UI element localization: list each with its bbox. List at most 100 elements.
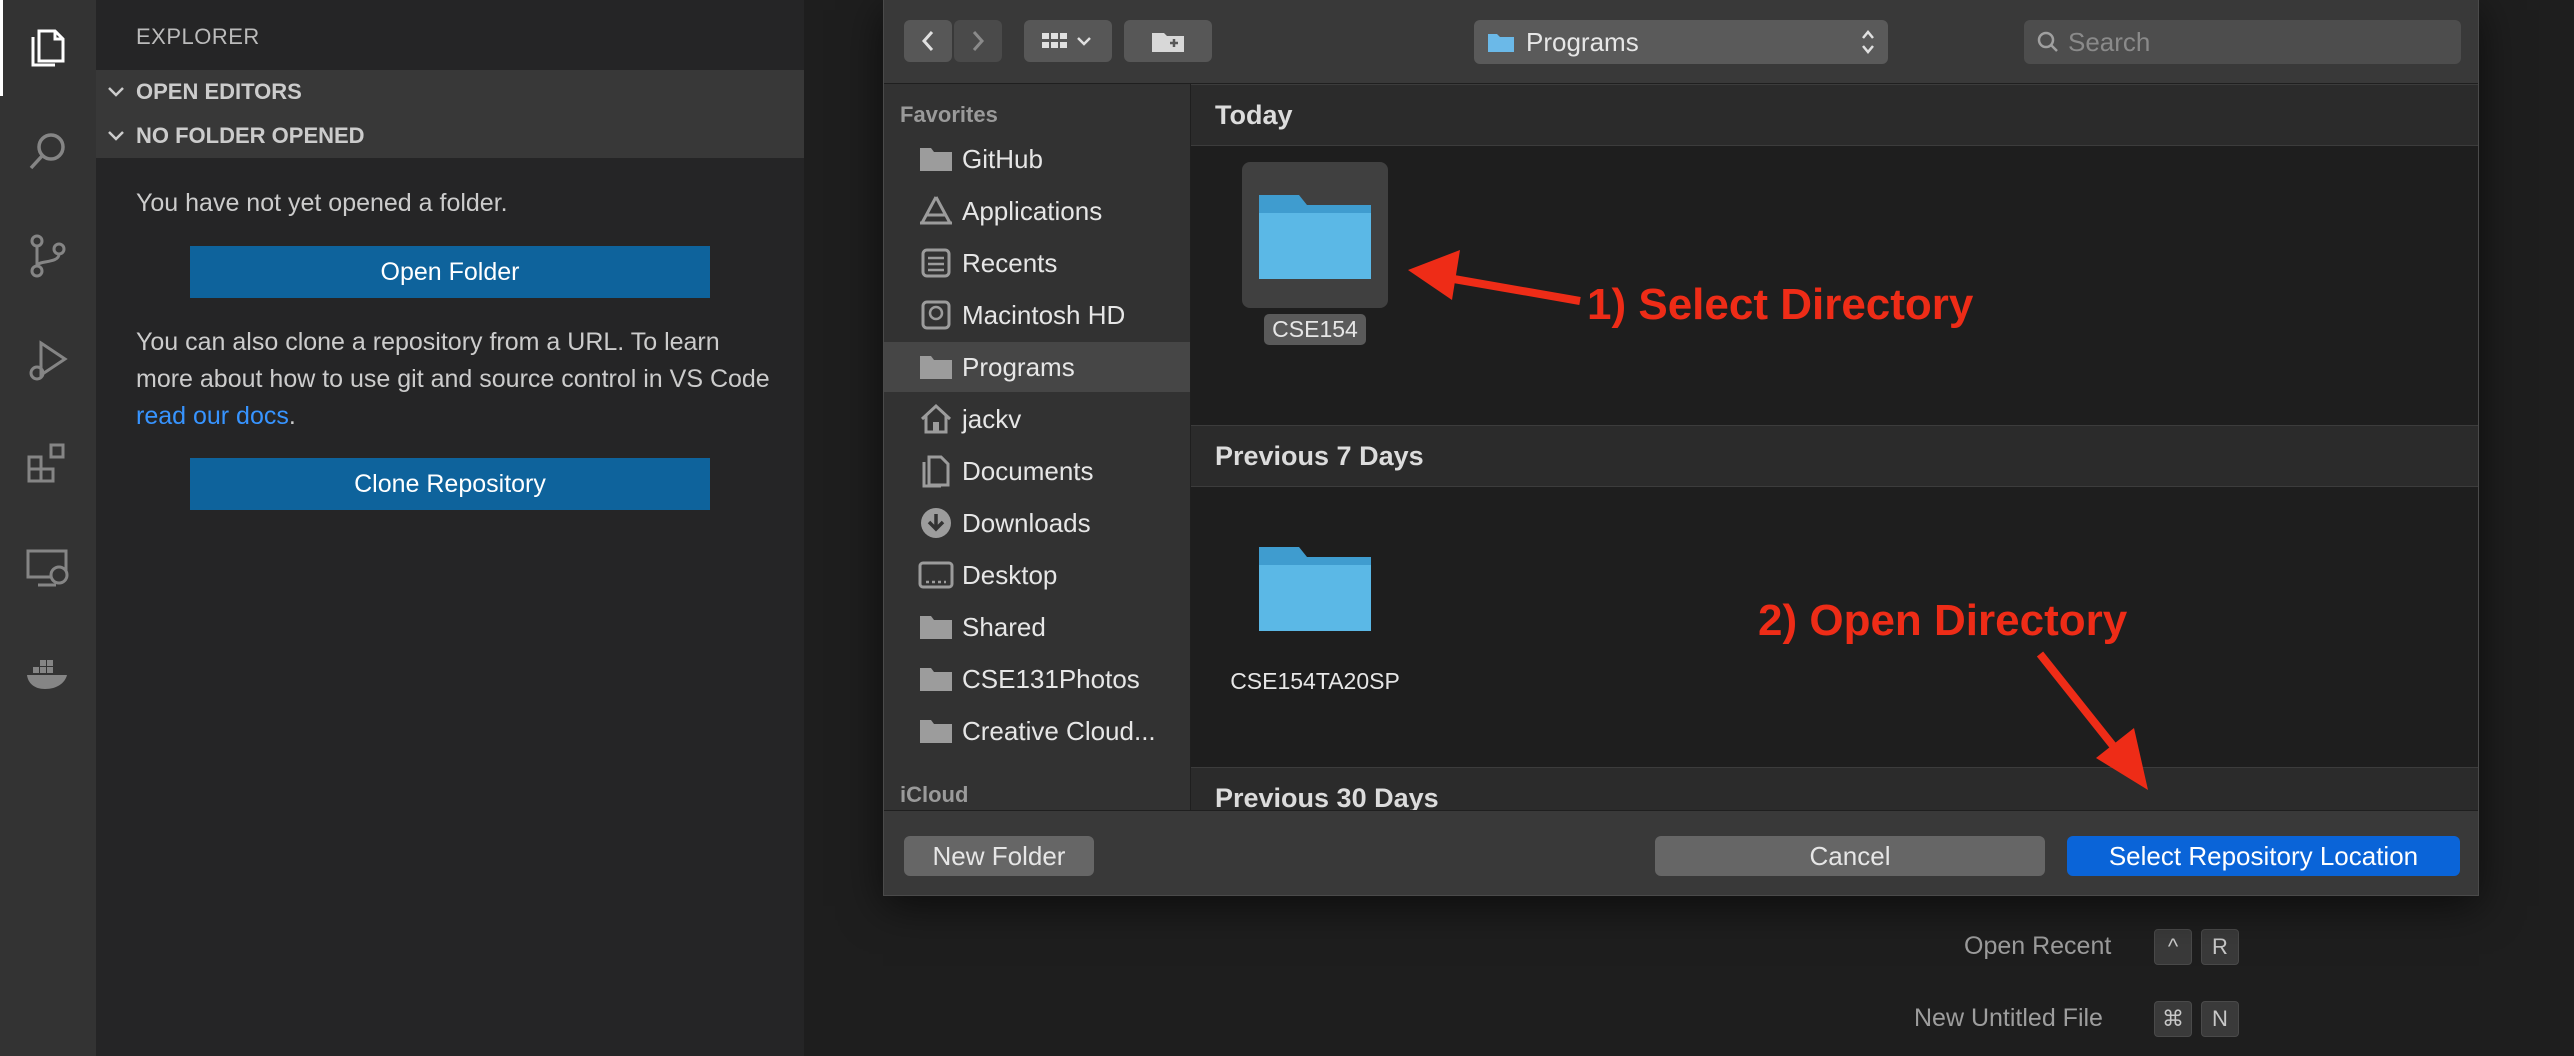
kbd-key: ^ xyxy=(2154,929,2192,965)
section-open-editors[interactable]: OPEN EDITORS xyxy=(96,70,804,114)
file-name: CSE154TA20SP xyxy=(1230,668,1400,694)
desktop-icon xyxy=(916,555,956,595)
kbd-key: R xyxy=(2201,929,2239,965)
sidebar-item-programs[interactable]: Programs xyxy=(884,342,1190,392)
open-folder-button[interactable]: Open Folder xyxy=(190,246,710,298)
no-folder-message: You have not yet opened a folder. xyxy=(136,189,508,217)
folder-icon xyxy=(1488,34,1514,52)
folder-icon xyxy=(916,659,956,699)
group-header-previous-7-days: Previous 7 Days xyxy=(1191,425,2478,487)
group-header-previous-30-days: Previous 30 Days xyxy=(1191,767,2478,810)
docker-icon[interactable] xyxy=(0,624,96,720)
sidebar-title: EXPLORER xyxy=(136,24,260,49)
disk-icon xyxy=(916,295,956,335)
search-input[interactable] xyxy=(2068,26,2448,58)
file-name: CSE154 xyxy=(1264,314,1366,345)
sidebar-item-jackv[interactable]: jackv xyxy=(884,394,1190,444)
clone-message: You can also clone a repository from a U… xyxy=(136,324,776,435)
sidebar-item-desktop[interactable]: Desktop xyxy=(884,550,1190,600)
annotation-step-2: 2) Open Directory xyxy=(1758,596,2128,645)
folder-item-cse154ta20sp[interactable]: CSE154TA20SP xyxy=(1225,514,1405,697)
folder-icon xyxy=(1242,514,1388,660)
icloud-header: iCloud xyxy=(900,782,969,807)
clone-text-end: . xyxy=(288,402,296,430)
chevron-down-icon xyxy=(96,130,136,142)
chevron-right-icon xyxy=(972,31,985,51)
chevron-down-icon xyxy=(96,86,136,98)
sidebar-item-label: Macintosh HD xyxy=(962,299,1126,330)
downloads-icon xyxy=(916,503,956,543)
sidebar-item-recents[interactable]: Recents xyxy=(884,238,1190,288)
dialog-footer: New Folder Cancel Select Repository Loca… xyxy=(884,810,2478,895)
folder-icon xyxy=(1242,162,1388,308)
hint-new-untitled-file: New Untitled File xyxy=(1914,1004,2103,1032)
sidebar-item-applications[interactable]: Applications xyxy=(884,186,1190,236)
dialog-sidebar: Favorites GitHub Applications Recents Ma… xyxy=(884,84,1191,810)
clone-text: You can also clone a repository from a U… xyxy=(136,328,770,393)
explorer-sidebar: EXPLORER OPEN EDITORS NO FOLDER OPENED Y… xyxy=(96,0,804,1056)
select-repository-location-button[interactable]: Select Repository Location xyxy=(2067,836,2460,876)
remote-explorer-icon[interactable] xyxy=(0,520,96,616)
folder-icon xyxy=(916,347,956,387)
sidebar-item-macintosh-hd[interactable]: Macintosh HD xyxy=(884,290,1190,340)
sidebar-item-github[interactable]: GitHub xyxy=(884,134,1190,184)
back-button[interactable] xyxy=(904,20,952,62)
sidebar-item-documents[interactable]: Documents xyxy=(884,446,1190,496)
home-icon xyxy=(916,399,956,439)
sidebar-item-cse131photos[interactable]: CSE131Photos xyxy=(884,654,1190,704)
applications-icon xyxy=(916,191,956,231)
forward-button[interactable] xyxy=(954,20,1002,62)
sidebar-item-label: Shared xyxy=(962,611,1046,642)
activity-bar xyxy=(0,0,96,1056)
run-debug-icon[interactable] xyxy=(0,312,96,408)
group-header-today: Today xyxy=(1191,84,2478,146)
sidebar-item-downloads[interactable]: Downloads xyxy=(884,498,1190,548)
grid-view-icon xyxy=(1042,33,1091,48)
cancel-button[interactable]: Cancel xyxy=(1655,836,2045,876)
open-dialog: Programs Favorites GitHub Applications R… xyxy=(883,0,2479,896)
kbd-key: ⌘ xyxy=(2154,1001,2192,1037)
sidebar-item-creative-cloud[interactable]: Creative Cloud... xyxy=(884,706,1190,756)
search-icon[interactable] xyxy=(0,104,96,200)
sidebar-item-label: jackv xyxy=(962,403,1022,434)
sidebar-item-label: Programs xyxy=(962,351,1075,382)
folder-plus-icon xyxy=(1152,33,1184,52)
sidebar-item-label: Desktop xyxy=(962,559,1058,590)
search-field[interactable] xyxy=(2024,20,2461,64)
sidebar-item-label: Creative Cloud... xyxy=(962,715,1156,746)
folder-icon xyxy=(916,139,956,179)
folder-item-cse154[interactable]: CSE154 xyxy=(1225,162,1405,345)
file-browser: Today CSE154 Previous 7 Days CSE154TA20S… xyxy=(1191,84,2478,810)
favorites-header: Favorites xyxy=(900,102,998,127)
chevron-left-icon xyxy=(921,31,934,51)
sidebar-item-label: Applications xyxy=(962,195,1103,226)
folder-icon xyxy=(916,711,956,751)
sidebar-item-label: Recents xyxy=(962,247,1058,278)
files-icon[interactable] xyxy=(0,0,96,96)
hint-open-recent: Open Recent xyxy=(1964,932,2112,960)
sidebar-item-shared[interactable]: Shared xyxy=(884,602,1190,652)
source-control-icon[interactable] xyxy=(0,208,96,304)
annotation-step-1: 1) Select Directory xyxy=(1587,280,1974,329)
sidebar-item-label: Downloads xyxy=(962,507,1091,538)
dialog-toolbar: Programs xyxy=(884,0,2478,84)
location-popup[interactable]: Programs xyxy=(1474,20,1888,64)
section-label: OPEN EDITORS xyxy=(136,79,302,104)
sidebar-item-label: Documents xyxy=(962,455,1094,486)
kbd-key: N xyxy=(2201,1001,2239,1037)
read-docs-link[interactable]: read our docs xyxy=(136,402,289,430)
extensions-icon[interactable] xyxy=(0,416,96,512)
view-mode-button[interactable] xyxy=(1024,20,1112,62)
folder-icon xyxy=(916,607,956,647)
recents-icon xyxy=(916,243,956,283)
sidebar-item-label: GitHub xyxy=(962,143,1043,174)
new-folder-toolbar-button[interactable] xyxy=(1124,20,1212,62)
updown-chevron-icon xyxy=(1862,30,1874,54)
location-name: Programs xyxy=(1526,26,1639,57)
new-folder-button[interactable]: New Folder xyxy=(904,836,1094,876)
sidebar-item-label: CSE131Photos xyxy=(962,663,1140,694)
clone-repository-button[interactable]: Clone Repository xyxy=(190,458,710,510)
documents-icon xyxy=(916,451,956,491)
section-no-folder-opened[interactable]: NO FOLDER OPENED xyxy=(96,114,804,158)
search-icon xyxy=(2037,31,2058,52)
